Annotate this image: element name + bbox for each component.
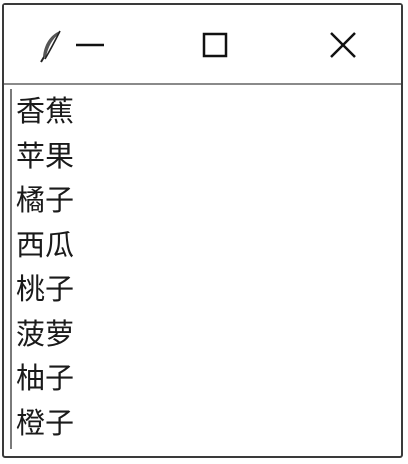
fruit-listbox[interactable]: 香蕉 苹果 橘子 西瓜 桃子 菠萝 柚子 橙子 — [10, 89, 392, 449]
title-bar[interactable] — [4, 5, 401, 85]
fruit-list: 香蕉 苹果 橘子 西瓜 桃子 菠萝 柚子 橙子 — [12, 89, 392, 445]
list-item-watermelon[interactable]: 西瓜 — [12, 223, 392, 268]
minimize-icon — [76, 43, 104, 47]
list-item-pineapple[interactable]: 菠萝 — [12, 312, 392, 357]
minimize-button[interactable] — [68, 23, 112, 67]
list-item-peach[interactable]: 桃子 — [12, 267, 392, 312]
close-icon — [330, 32, 356, 58]
maximize-button[interactable] — [193, 23, 237, 67]
feather-icon — [40, 30, 61, 63]
close-button[interactable] — [321, 23, 365, 67]
list-item-apple[interactable]: 苹果 — [12, 134, 392, 179]
app-window: 香蕉 苹果 橘子 西瓜 桃子 菠萝 柚子 橙子 — [2, 3, 403, 458]
list-item-orange[interactable]: 橙子 — [12, 401, 392, 446]
maximize-icon — [202, 32, 228, 58]
list-item-tangerine[interactable]: 橘子 — [12, 178, 392, 223]
list-item-banana[interactable]: 香蕉 — [12, 89, 392, 134]
list-item-pomelo[interactable]: 柚子 — [12, 356, 392, 401]
